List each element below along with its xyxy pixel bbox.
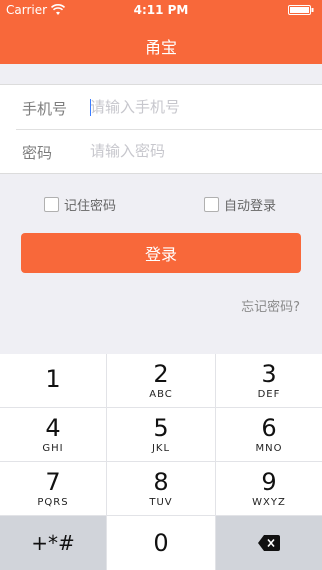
phone-label: 手机号: [22, 100, 68, 118]
key-7[interactable]: 7 PQRS: [0, 462, 106, 515]
key-digit: 8: [153, 467, 169, 496]
remember-password-option[interactable]: 记住密码: [44, 195, 116, 214]
login-form: 手机号 密码: [0, 84, 322, 174]
auto-login-option[interactable]: 自动登录: [204, 195, 276, 214]
key-digit: 5: [153, 413, 169, 442]
page-title: 甬宝: [144, 38, 177, 57]
key-4[interactable]: 4 GHI: [0, 408, 106, 461]
key-digit: 4: [45, 413, 61, 442]
top-bar: Carrier 4:11 PM 甬宝: [0, 0, 322, 64]
phone-input[interactable]: [90, 91, 310, 123]
key-digit: 2: [153, 359, 169, 388]
password-row: 密码: [0, 129, 322, 173]
key-letters: GHI: [42, 442, 64, 454]
key-letters: JKL: [151, 442, 171, 454]
forgot-password-link[interactable]: 忘记密码?: [241, 296, 300, 315]
key-digit: 7: [45, 467, 61, 496]
key-2[interactable]: 2 ABC: [107, 354, 215, 407]
key-letters: DEF: [257, 388, 281, 400]
key-3[interactable]: 3 DEF: [216, 354, 322, 407]
key-letters: ABC: [149, 388, 173, 400]
key-5[interactable]: 5 JKL: [107, 408, 215, 461]
phone-row: 手机号: [0, 85, 322, 129]
key-digit: 6: [261, 413, 277, 442]
key-digit: 0: [153, 529, 169, 557]
key-symbols[interactable]: +*#: [0, 516, 106, 570]
key-0[interactable]: 0: [107, 516, 215, 570]
auto-login-label: 自动登录: [224, 199, 277, 214]
text-cursor: [90, 99, 91, 116]
status-bar: Carrier 4:11 PM: [0, 0, 322, 20]
password-input[interactable]: [90, 135, 310, 167]
battery-icon: [288, 5, 314, 15]
key-digit: 3: [261, 359, 277, 388]
key-backspace[interactable]: [216, 516, 322, 570]
auto-login-checkbox[interactable]: [204, 197, 219, 212]
password-label: 密码: [22, 144, 53, 162]
key-1[interactable]: 1: [0, 354, 106, 407]
key-8[interactable]: 8 TUV: [107, 462, 215, 515]
key-symbols-label: +*#: [31, 531, 75, 555]
key-digit: 9: [261, 467, 277, 496]
key-digit: 1: [45, 365, 61, 393]
remember-password-label: 记住密码: [64, 199, 117, 214]
key-6[interactable]: 6 MNO: [216, 408, 322, 461]
key-9[interactable]: 9 WXYZ: [216, 462, 322, 515]
numeric-keypad: 1 2 ABC 3 DEF 4 GHI 5 JKL 6 MNO 7 PQRS 8…: [0, 354, 322, 570]
key-letters: WXYZ: [252, 496, 286, 508]
remember-password-checkbox[interactable]: [44, 197, 59, 212]
login-button[interactable]: 登录: [21, 233, 301, 273]
key-letters: TUV: [149, 496, 173, 508]
clock: 4:11 PM: [133, 3, 189, 17]
key-letters: MNO: [255, 442, 283, 454]
backspace-icon: [258, 535, 280, 551]
key-letters: PQRS: [37, 496, 69, 508]
